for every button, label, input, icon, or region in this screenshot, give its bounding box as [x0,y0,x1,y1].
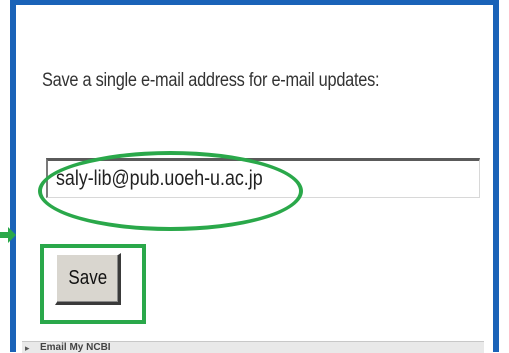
arrow-right-icon [0,227,16,243]
email-ncbi-panel-label: Email My NCBI [40,342,111,353]
email-highlight-annotation [38,151,303,231]
save-button[interactable]: Save [55,253,121,305]
email-ncbi-panel-header[interactable]: ▸ Email My NCBI [22,341,484,353]
email-updates-prompt: Save a single e-mail address for e-mail … [42,70,380,91]
save-button-label: Save [68,267,107,289]
